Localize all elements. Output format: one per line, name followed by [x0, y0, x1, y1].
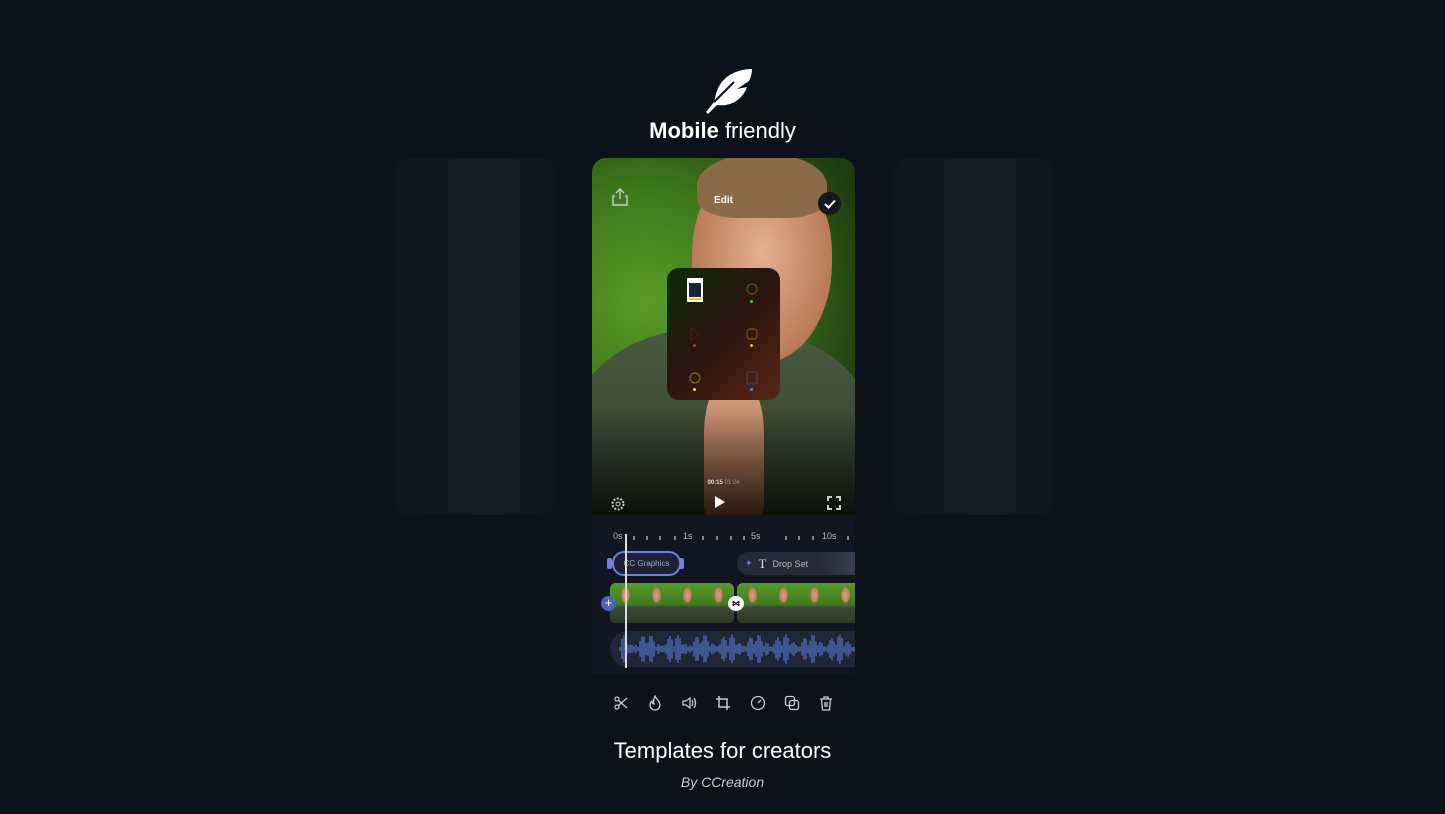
- ruler-tick: [785, 536, 787, 540]
- ruler-tick: [743, 536, 745, 540]
- ruler-label: 5s: [751, 531, 761, 541]
- template-thumbnail[interactable]: [687, 278, 704, 302]
- ruler-tick: [646, 536, 648, 540]
- ruler-tick: [702, 536, 704, 540]
- graphics-clip[interactable]: CC Graphics: [612, 551, 681, 576]
- sparkle-icon: ✦: [745, 558, 753, 568]
- footer-subtitle: By CCreation: [680, 774, 765, 790]
- card-icon[interactable]: [744, 370, 760, 391]
- scissors-icon[interactable]: [613, 695, 629, 711]
- crop-icon[interactable]: [715, 695, 731, 711]
- video-clip[interactable]: [610, 583, 734, 623]
- text-clip[interactable]: ✦ T Drop Set: [737, 552, 855, 575]
- refresh-icon[interactable]: [687, 370, 703, 391]
- add-clip-button[interactable]: +: [601, 596, 616, 611]
- trash-icon[interactable]: [818, 695, 834, 711]
- ruler-tick: [716, 536, 718, 540]
- ruler-tick: [798, 536, 800, 540]
- check-button[interactable]: [818, 192, 841, 215]
- ruler-tick: [633, 536, 635, 540]
- settings-icon[interactable]: [611, 497, 625, 511]
- edit-toolbar: [592, 695, 855, 711]
- video-preview[interactable]: Edit 00:15 01:24: [592, 158, 855, 515]
- duplicate-icon[interactable]: [784, 695, 800, 711]
- clip-handle-right[interactable]: [679, 558, 684, 569]
- share-icon[interactable]: [612, 188, 628, 206]
- location-icon[interactable]: [744, 282, 760, 303]
- ruler-label: 0s: [613, 531, 623, 541]
- ruler-tick: [674, 536, 676, 540]
- time-readout: 00:15 01:24: [707, 480, 740, 486]
- volume-icon[interactable]: [681, 695, 697, 711]
- play-button[interactable]: [715, 496, 725, 508]
- ruler-tick: [730, 536, 732, 540]
- ruler-label: 10s: [822, 531, 837, 541]
- ghost-phone-right: [893, 158, 1053, 668]
- feather-icon: [706, 69, 752, 114]
- text-clip-label: Drop Set: [772, 558, 809, 569]
- ghost-phone-left: [395, 158, 555, 668]
- template-panel: [667, 268, 780, 400]
- effects-icon[interactable]: [744, 326, 760, 347]
- ruler-tick: [812, 536, 814, 540]
- ruler-label: 1s: [683, 531, 693, 541]
- text-icon: T: [758, 555, 767, 571]
- play-icon[interactable]: [687, 326, 703, 347]
- headline: Mobile friendly: [649, 118, 796, 143]
- audio-track[interactable]: [610, 631, 855, 667]
- ruler-tick: [847, 536, 849, 540]
- speed-icon[interactable]: [750, 695, 766, 711]
- fullscreen-icon[interactable]: [827, 496, 841, 510]
- transition-button[interactable]: ⋈: [728, 596, 744, 611]
- flame-icon[interactable]: [647, 695, 663, 711]
- editor-title: Edit: [714, 195, 733, 206]
- playhead[interactable]: [625, 534, 627, 668]
- footer-title: Templates for creators: [613, 738, 832, 763]
- video-clip[interactable]: [737, 583, 855, 623]
- ruler-tick: [659, 536, 661, 540]
